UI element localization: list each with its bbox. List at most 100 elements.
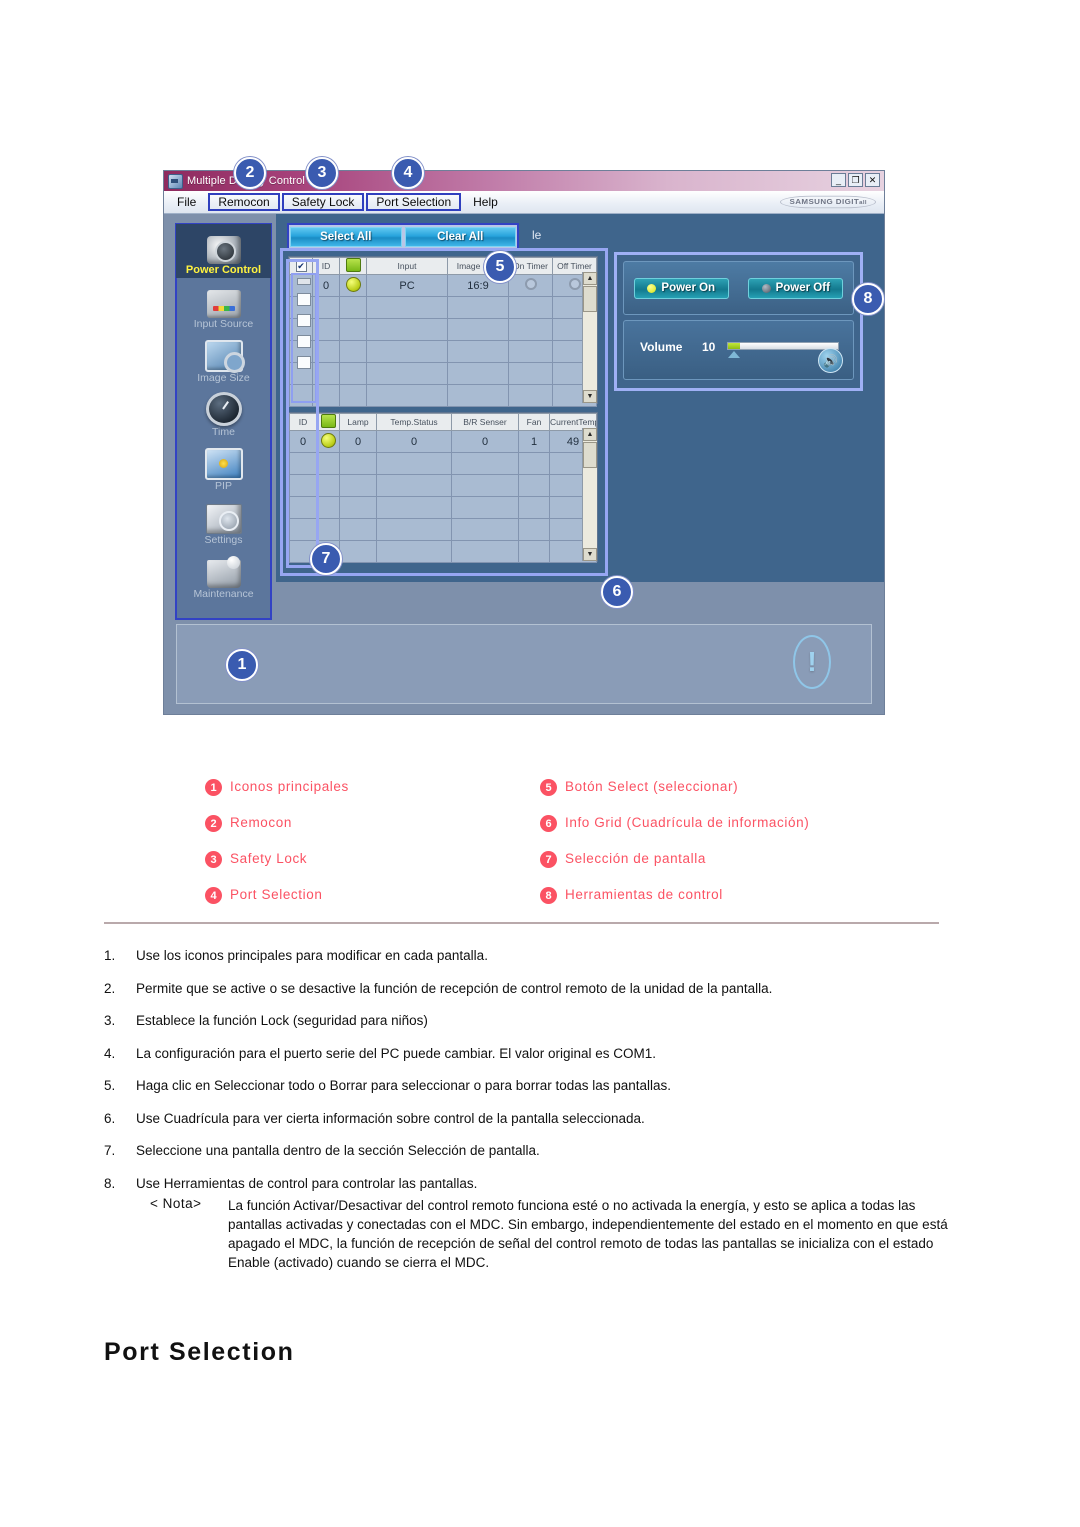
legend-column-left: 1 Iconos principales 2 Remocon 3 Safety … <box>205 778 505 922</box>
list-item: 4. La configuración para el puerto serie … <box>104 1046 944 1062</box>
rail-label-pip: PIP <box>215 480 232 492</box>
callout-5: 5 <box>484 251 516 283</box>
callout-7: 7 <box>310 543 342 575</box>
row-fan: 1 <box>518 430 550 453</box>
window-controls[interactable]: _ ❐ ✕ <box>831 173 880 187</box>
clock-icon <box>205 392 242 426</box>
row-id-bottom: 0 <box>289 430 317 453</box>
row-temp-status: 0 <box>376 430 452 453</box>
selection-checkbox[interactable] <box>297 314 311 327</box>
power-control-info-grid[interactable]: ID Input Image Size On Timer Off Timer 0… <box>288 256 598 407</box>
maximize-button[interactable]: ❐ <box>848 173 863 187</box>
on-timer-indicator <box>524 278 537 290</box>
menu-bar: File Remocon Safety Lock Port Selection … <box>164 191 884 214</box>
list-item: 6. Use Cuadrícula para ver cierta informa… <box>104 1111 944 1127</box>
samsung-logo: SAMSUNG DIGITall <box>780 195 876 209</box>
power-led-icon <box>345 276 361 292</box>
clear-all-button[interactable]: Clear All <box>404 227 516 247</box>
menu-item-help[interactable]: Help <box>464 194 507 210</box>
step-text: Use los iconos principales para modifica… <box>136 948 488 963</box>
rail-item-pip[interactable]: PIP <box>176 440 271 494</box>
header-id: ID <box>312 257 340 275</box>
scroll-down-arrow[interactable]: ▼ <box>583 390 597 403</box>
rail-item-image-size[interactable]: Image Size <box>176 332 271 386</box>
note-block: < Nota> La función Activar/Desactivar de… <box>150 1196 950 1272</box>
table-row: 0 0 0 0 1 49 <box>289 430 597 453</box>
select-all-button[interactable]: Select All <box>290 227 402 247</box>
callout-2: 2 <box>234 157 266 189</box>
scroll-thumb[interactable] <box>583 442 597 468</box>
rail-label-maintenance: Maintenance <box>193 588 254 600</box>
power-on-label: Power On <box>661 282 716 294</box>
select-all-checkbox[interactable] <box>295 260 307 272</box>
list-item: 2. Permite que se active o se desactive l… <box>104 981 944 997</box>
callout-8: 8 <box>852 283 884 315</box>
header-fan: Fan <box>518 413 550 431</box>
list-item: 7. Seleccione una pantalla dentro de la s… <box>104 1143 944 1159</box>
power-on-led-icon <box>647 283 657 293</box>
list-item: 1. Use los iconos principales para modifi… <box>104 948 944 964</box>
callout-3: 3 <box>306 157 338 189</box>
select-button-group: Select All Clear All <box>287 223 519 251</box>
legend-badge-8: 8 <box>540 887 557 904</box>
volume-slider[interactable] <box>727 342 839 350</box>
grid-top-scrollbar[interactable]: ▲ ▼ <box>582 272 597 403</box>
display-selection-column[interactable] <box>291 273 317 403</box>
legend-label-5: Botón Select (seleccionar) <box>565 779 739 794</box>
volume-label: Volume <box>640 340 683 354</box>
legend-column-right: 5 Botón Select (seleccionar) 6 Info Grid… <box>540 778 845 922</box>
table-row: 0 PC 16:9 <box>289 274 597 297</box>
menu-item-file[interactable]: File <box>168 194 205 210</box>
off-timer-indicator <box>568 278 581 290</box>
selection-checkbox[interactable] <box>297 356 311 369</box>
scroll-down-arrow[interactable]: ▼ <box>583 548 597 561</box>
pip-icon <box>204 448 243 480</box>
step-number: 2. <box>104 980 116 996</box>
mute-speaker-icon[interactable]: 🔊 <box>818 348 843 373</box>
scroll-up-arrow[interactable]: ▲ <box>583 428 597 441</box>
menu-item-safety-lock[interactable]: Safety Lock <box>281 193 365 211</box>
maintenance-info-grid[interactable]: ID Lamp Temp.Status B/R Senser Fan Curre… <box>288 412 598 563</box>
power-header-icon <box>320 414 336 428</box>
legend-badge-6: 6 <box>540 815 557 832</box>
rail-item-time[interactable]: Time <box>176 386 271 440</box>
legend-item-3: 3 Safety Lock <box>205 850 505 872</box>
volume-slider-handle[interactable] <box>728 351 740 358</box>
step-number: 3. <box>104 1013 116 1028</box>
selection-checkbox[interactable] <box>297 293 311 306</box>
power-buttons-row: Power On Power Off <box>623 261 854 315</box>
row-power-led <box>339 274 367 297</box>
status-panel: ! <box>176 624 872 704</box>
menu-item-remocon[interactable]: Remocon <box>208 193 280 211</box>
row-lamp: 0 <box>339 430 377 453</box>
rail-item-settings[interactable]: Settings <box>176 494 271 548</box>
legend-label-3: Safety Lock <box>230 851 308 866</box>
header-br-senser: B/R Senser <box>451 413 519 431</box>
close-button[interactable]: ✕ <box>865 173 880 187</box>
power-off-button[interactable]: Power Off <box>748 277 844 299</box>
scroll-thumb[interactable] <box>583 286 597 312</box>
rail-label-image-size: Image Size <box>197 372 250 384</box>
step-text: Permite que se active o se desactive la … <box>136 980 773 996</box>
legend-item-8: 8 Herramientas de control <box>540 886 845 908</box>
power-off-led-icon <box>761 283 771 293</box>
header-checkbox[interactable] <box>289 257 313 275</box>
samsung-logo-suffix: all <box>859 200 867 206</box>
minimize-button[interactable]: _ <box>831 173 846 187</box>
control-tools-panel: Power On Power Off Volume 10 🔊 <box>614 252 863 391</box>
power-on-button[interactable]: Power On <box>633 277 729 299</box>
menu-item-port-selection[interactable]: Port Selection <box>366 193 462 211</box>
rail-item-input-source[interactable]: Input Source <box>176 278 271 332</box>
step-text: Use Cuadrícula para ver cierta informaci… <box>136 1110 645 1126</box>
window-titlebar: Multiple Display Control _ ❐ ✕ <box>164 171 884 191</box>
selection-checkbox[interactable] <box>297 335 311 348</box>
legend-label-4: Port Selection <box>230 887 323 902</box>
main-icon-rail: Power Control Input Source Image Size Ti… <box>175 223 272 620</box>
selection-checkbox[interactable] <box>297 278 311 285</box>
rail-item-power-control[interactable]: Power Control <box>176 224 271 278</box>
application-body: Power Control Input Source Image Size Ti… <box>164 214 884 714</box>
scroll-up-arrow[interactable]: ▲ <box>583 272 597 285</box>
rail-item-maintenance[interactable]: Maintenance <box>176 548 271 602</box>
header-temp-status: Temp.Status <box>376 413 452 431</box>
grid-bottom-scrollbar[interactable]: ▲ ▼ <box>582 428 597 561</box>
